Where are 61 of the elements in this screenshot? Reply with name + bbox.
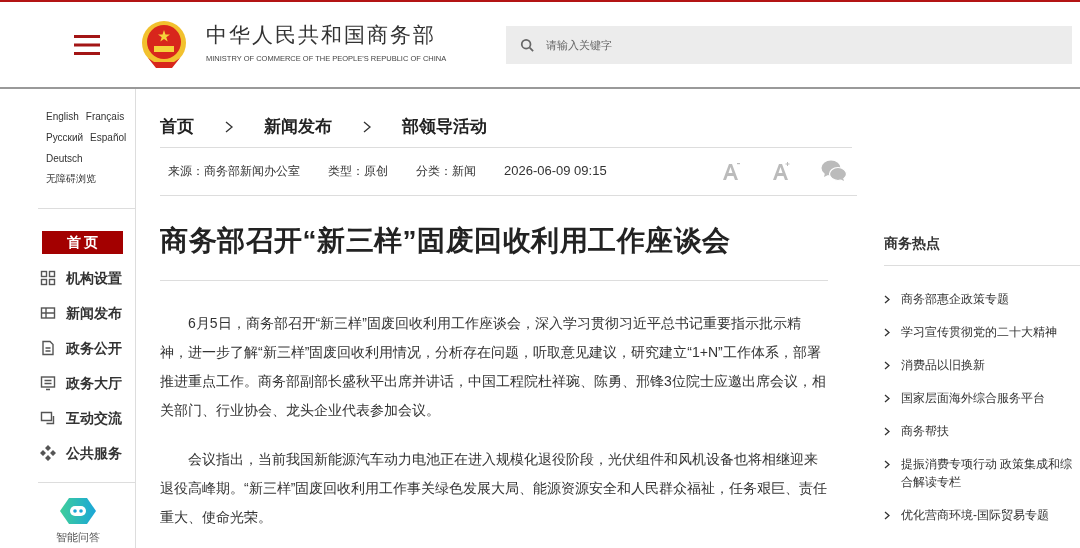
breadcrumb-link[interactable]: 新闻发布 bbox=[264, 114, 332, 140]
hot-link-text: 国家层面海外综合服务平台 bbox=[901, 390, 1045, 407]
search-field[interactable]: 请输入关键字 bbox=[506, 25, 1073, 64]
site-title: 中华人民共和国商务部 bbox=[206, 24, 437, 46]
nav-item[interactable]: 互动交流 bbox=[40, 407, 135, 430]
nav-item[interactable]: 政务大厅 bbox=[40, 372, 135, 395]
newspaper-icon bbox=[40, 305, 56, 322]
chevron-icon bbox=[362, 120, 372, 133]
chat-icon bbox=[40, 410, 56, 427]
menu-icon[interactable] bbox=[74, 34, 100, 55]
language-link[interactable]: Español bbox=[90, 130, 127, 145]
breadcrumb-link[interactable]: 首页 bbox=[160, 114, 194, 140]
language-link[interactable]: English bbox=[46, 109, 79, 124]
grid-icon bbox=[40, 270, 56, 287]
article-title: 商务部召开“新三样”固废回收利用工作座谈会 bbox=[160, 195, 828, 281]
hot-link[interactable]: 学习宣传贯彻党的二十大精神 bbox=[884, 323, 1080, 341]
chevron-icon bbox=[224, 120, 234, 133]
meta-text: 分类：新闻 bbox=[416, 163, 476, 180]
monitor-icon bbox=[40, 375, 56, 392]
meta-text: 类型：原创 bbox=[328, 163, 388, 180]
hot-link[interactable]: 商务帮扶 bbox=[884, 422, 1080, 440]
search-icon bbox=[520, 37, 535, 52]
chevron-icon bbox=[884, 328, 891, 337]
hot-link[interactable]: 国家层面海外综合服务平台 bbox=[884, 389, 1080, 407]
language-link[interactable]: Français bbox=[85, 109, 125, 124]
chevron-icon bbox=[884, 295, 891, 304]
chevron-icon bbox=[884, 511, 891, 520]
hot-link-text: 优化营商环境-国际贸易专题 bbox=[901, 507, 1049, 524]
accessibility-link[interactable]: 无障碍浏览 bbox=[46, 172, 135, 187]
nav-item[interactable]: 公共服务 bbox=[40, 442, 135, 465]
robot-icon[interactable] bbox=[59, 497, 97, 526]
hot-link-text: 商务帮扶 bbox=[901, 423, 949, 440]
hot-link-text: 商务部惠企政策专题 bbox=[901, 291, 1009, 308]
chevron-icon bbox=[884, 361, 891, 370]
hot-link[interactable]: 优化营商环境-国际贸易专题 bbox=[884, 506, 1080, 524]
language-link[interactable]: Русский bbox=[46, 130, 84, 145]
article-paragraph: 6月5日，商务部召开“新三样”固废回收利用工作座谈会，深入学习贯彻习近平总书记重要指示批示精神，进一步了解“新三样”固废回收利用情况，分析存在问题，听取意见建议，研究建立“1+N”工作体系，部署推进重点工作。商务部副部长盛秋平出席并讲话，中国工程院杜祥琬、陈勇、邢锋3位院士应邀出席会议，相关部门、行业协会、龙头企业代表参加会议。 bbox=[160, 313, 827, 420]
chevron-icon bbox=[884, 460, 891, 469]
hot-link-text: 消费品以旧换新 bbox=[901, 357, 985, 374]
breadcrumb-link[interactable]: 部领导活动 bbox=[402, 114, 487, 140]
nav-item[interactable]: 首 页 bbox=[42, 231, 123, 255]
wechat-icon[interactable] bbox=[821, 160, 847, 182]
language-link[interactable]: Deutsch bbox=[46, 151, 83, 166]
hot-link-text: 学习宣传贯彻党的二十大精神 bbox=[901, 324, 1057, 341]
font-decrease-icon[interactable] bbox=[721, 161, 741, 181]
emblem-icon bbox=[140, 19, 188, 70]
article-paragraph: 会议指出，当前我国新能源汽车动力电池正在进入规模化退役阶段，光伏组件和风机设备也将相继迎来退役高峰期。“新三样”固废回收利用工作事关绿色发展大局、能源资源安全和人民群众福祉，任务艰巨、责任重大、使命光荣。 bbox=[160, 449, 828, 527]
document-icon bbox=[40, 340, 56, 357]
diamond-arrows-icon bbox=[40, 445, 56, 462]
hot-title: 商务热点 bbox=[884, 233, 1080, 266]
chevron-icon bbox=[884, 427, 891, 436]
hot-link[interactable]: 商务部惠企政策专题 bbox=[884, 290, 1080, 308]
nav-item[interactable]: 机构设置 bbox=[40, 267, 135, 290]
hot-link[interactable]: 消费品以旧换新 bbox=[884, 356, 1080, 374]
meta-text: 2026-06-09 09:15 bbox=[504, 162, 607, 181]
chevron-icon bbox=[884, 394, 891, 403]
nav-item[interactable]: 新闻发布 bbox=[40, 302, 135, 325]
meta-text: 来源：商务部新闻办公室 bbox=[168, 163, 300, 180]
font-increase-icon[interactable] bbox=[771, 161, 791, 181]
nav-item[interactable]: 政务公开 bbox=[40, 337, 135, 360]
assistant-label: 智能问答 bbox=[56, 530, 100, 546]
